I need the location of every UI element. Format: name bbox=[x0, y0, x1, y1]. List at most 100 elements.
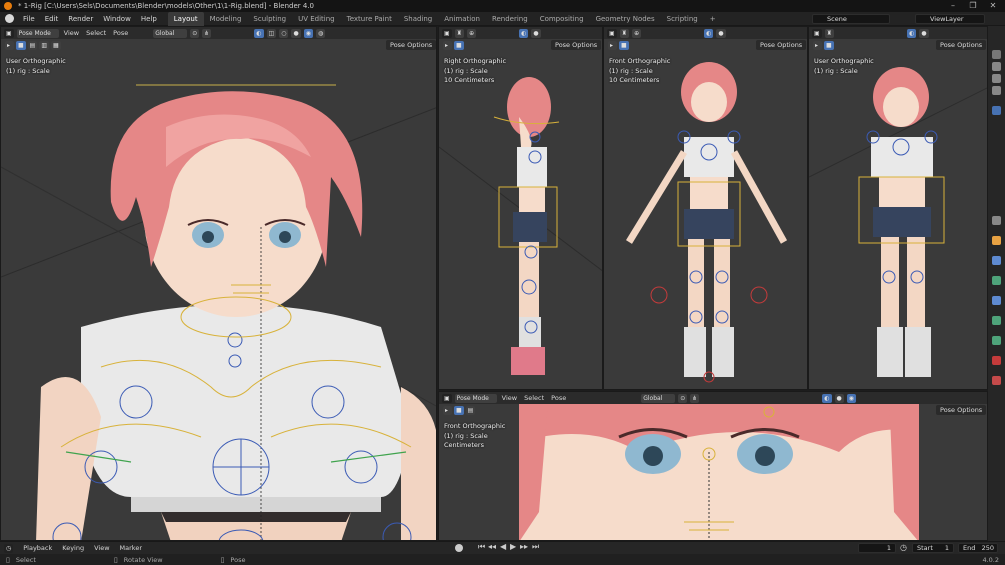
viewport-user-ortho[interactable]: ▣ ♜ ◐ ● ▸ ■ Pose Options User Orthograph… bbox=[808, 26, 988, 390]
tab-modeling[interactable]: Modeling bbox=[204, 12, 248, 26]
world-properties-icon[interactable] bbox=[992, 216, 1001, 225]
select-mode-new-icon[interactable]: ■ bbox=[454, 41, 464, 50]
menu-window[interactable]: Window bbox=[98, 12, 136, 26]
start-frame-field[interactable]: Start 1 bbox=[912, 543, 954, 553]
tool-select-icon[interactable]: ▸ bbox=[813, 41, 822, 50]
maximize-button[interactable]: ❐ bbox=[963, 0, 983, 12]
menu-view[interactable]: View bbox=[92, 544, 111, 552]
constraint-properties-icon[interactable] bbox=[992, 296, 1001, 305]
close-button[interactable]: ✕ bbox=[983, 0, 1003, 12]
scene-properties-icon[interactable] bbox=[992, 106, 1001, 115]
tab-sculpting[interactable]: Sculpting bbox=[247, 12, 292, 26]
prev-keyframe-icon[interactable]: ◂◂ bbox=[488, 542, 496, 551]
clock-icon[interactable]: ◷ bbox=[900, 543, 907, 552]
pose-options-dropdown[interactable]: Pose Options bbox=[551, 40, 602, 50]
overlay-icon[interactable]: ◐ bbox=[519, 28, 529, 38]
current-frame-field[interactable]: 1 bbox=[858, 543, 896, 553]
orientation-dropdown[interactable]: Global bbox=[153, 28, 188, 38]
viewport-face[interactable]: ▣ Pose Mode View Select Pose Global ⊙ ⋔ … bbox=[438, 391, 988, 541]
mode-dropdown[interactable]: Pose Mode bbox=[454, 393, 497, 403]
modifier-properties-icon[interactable] bbox=[992, 256, 1001, 265]
play-reverse-icon[interactable]: ◀ bbox=[500, 542, 506, 551]
data-properties-icon[interactable] bbox=[992, 316, 1001, 325]
orientation-icon[interactable]: ⊕ bbox=[632, 28, 642, 38]
select-mode-new-icon[interactable]: ■ bbox=[619, 41, 629, 50]
tab-scripting[interactable]: Scripting bbox=[661, 12, 704, 26]
shading-wire-icon[interactable]: ○ bbox=[279, 28, 289, 38]
tab-texture-paint[interactable]: Texture Paint bbox=[341, 12, 398, 26]
tab-shading[interactable]: Shading bbox=[398, 12, 438, 26]
menu-edit[interactable]: Edit bbox=[40, 12, 64, 26]
editor-type-icon[interactable]: ▣ bbox=[442, 28, 452, 38]
shading-solid-icon[interactable]: ● bbox=[291, 28, 301, 38]
tab-animation[interactable]: Animation bbox=[438, 12, 486, 26]
menu-render[interactable]: Render bbox=[63, 12, 98, 26]
jump-end-icon[interactable]: ⏭ bbox=[532, 542, 539, 552]
tool-select-icon[interactable]: ▸ bbox=[5, 41, 14, 50]
overlay-icon[interactable]: ◐ bbox=[907, 28, 917, 38]
material-properties-icon[interactable] bbox=[992, 356, 1001, 365]
overlay-icon[interactable]: ◐ bbox=[704, 28, 714, 38]
tool-select-icon[interactable]: ▸ bbox=[443, 41, 452, 50]
menu-file[interactable]: File bbox=[18, 12, 40, 26]
overlay-icon[interactable]: ◐ bbox=[254, 28, 264, 38]
viewport-right-ortho[interactable]: ▣ ♜ ⊕ ◐ ● ▸ ■ Pose Options Right Orthogr… bbox=[438, 26, 603, 390]
tab-geometry-nodes[interactable]: Geometry Nodes bbox=[590, 12, 661, 26]
shading-render-icon[interactable]: ◍ bbox=[315, 28, 326, 38]
select-mode-extend-icon[interactable]: ▤ bbox=[27, 41, 38, 50]
shading-solid-icon[interactable]: ● bbox=[834, 393, 844, 403]
shading-material-icon[interactable]: ◉ bbox=[303, 28, 313, 38]
pose-options-dropdown[interactable]: Pose Options bbox=[936, 405, 987, 415]
texture-properties-icon[interactable] bbox=[992, 376, 1001, 385]
menu-help[interactable]: Help bbox=[136, 12, 162, 26]
orientation-dropdown[interactable]: Global bbox=[641, 393, 676, 403]
jump-start-icon[interactable]: ⏮ bbox=[478, 542, 485, 552]
shading-solid-icon[interactable]: ● bbox=[531, 28, 541, 38]
editor-type-icon[interactable]: ▣ bbox=[812, 28, 822, 38]
menu-view[interactable]: View bbox=[62, 29, 81, 37]
shading-solid-icon[interactable]: ● bbox=[919, 28, 929, 38]
tool-properties-icon[interactable] bbox=[992, 50, 1001, 59]
pivot-icon[interactable]: ⊙ bbox=[678, 393, 688, 403]
pose-options-dropdown[interactable]: Pose Options bbox=[386, 40, 436, 50]
tool-select-icon[interactable]: ▸ bbox=[608, 41, 617, 50]
scene-selector[interactable]: Scene bbox=[812, 14, 890, 24]
editor-type-icon[interactable]: ▣ bbox=[4, 28, 14, 38]
minimize-button[interactable]: – bbox=[943, 0, 963, 12]
add-workspace-button[interactable]: + bbox=[704, 12, 722, 26]
play-icon[interactable]: ▶ bbox=[510, 542, 516, 551]
pivot-icon[interactable]: ⊙ bbox=[190, 28, 200, 38]
shading-solid-icon[interactable]: ● bbox=[716, 28, 726, 38]
xray-icon[interactable]: ◫ bbox=[266, 28, 277, 38]
overlay-icon[interactable]: ◐ bbox=[822, 393, 832, 403]
pose-options-dropdown[interactable]: Pose Options bbox=[936, 40, 987, 50]
editor-type-icon[interactable]: ▣ bbox=[442, 393, 452, 403]
select-mode-subtract-icon[interactable]: ▥ bbox=[39, 41, 50, 50]
pose-mode-icon[interactable]: ♜ bbox=[824, 28, 835, 38]
tab-uv-editing[interactable]: UV Editing bbox=[292, 12, 341, 26]
viewport-main[interactable]: ▣ Pose Mode View Select Pose Global ⊙ ⋔ … bbox=[0, 26, 437, 541]
select-mode-new-icon[interactable]: ■ bbox=[454, 406, 464, 415]
tab-layout[interactable]: Layout bbox=[167, 11, 204, 26]
render-properties-icon[interactable] bbox=[992, 62, 1001, 71]
select-mode-new-icon[interactable]: ■ bbox=[824, 41, 834, 50]
snap-icon[interactable]: ⋔ bbox=[202, 28, 212, 38]
menu-pose[interactable]: Pose bbox=[111, 29, 130, 37]
editor-type-icon[interactable]: ◷ bbox=[4, 543, 14, 553]
snap-icon[interactable]: ⋔ bbox=[690, 393, 700, 403]
select-mode-extend-icon[interactable]: ▤ bbox=[465, 406, 476, 415]
physics-properties-icon[interactable] bbox=[992, 276, 1001, 285]
bone-properties-icon[interactable] bbox=[992, 336, 1001, 345]
blender-menu-icon[interactable] bbox=[5, 14, 14, 23]
object-properties-icon[interactable] bbox=[992, 236, 1001, 245]
menu-marker[interactable]: Marker bbox=[118, 544, 144, 552]
output-properties-icon[interactable] bbox=[992, 74, 1001, 83]
view-layer-selector[interactable]: ViewLayer bbox=[915, 14, 985, 24]
menu-keying[interactable]: Keying bbox=[60, 544, 86, 552]
editor-type-icon[interactable]: ▣ bbox=[607, 28, 617, 38]
mode-dropdown[interactable]: Pose Mode bbox=[16, 28, 59, 38]
menu-pose[interactable]: Pose bbox=[549, 394, 568, 402]
tab-rendering[interactable]: Rendering bbox=[486, 12, 534, 26]
menu-playback[interactable]: Playback bbox=[21, 544, 54, 552]
view-layer-properties-icon[interactable] bbox=[992, 86, 1001, 95]
